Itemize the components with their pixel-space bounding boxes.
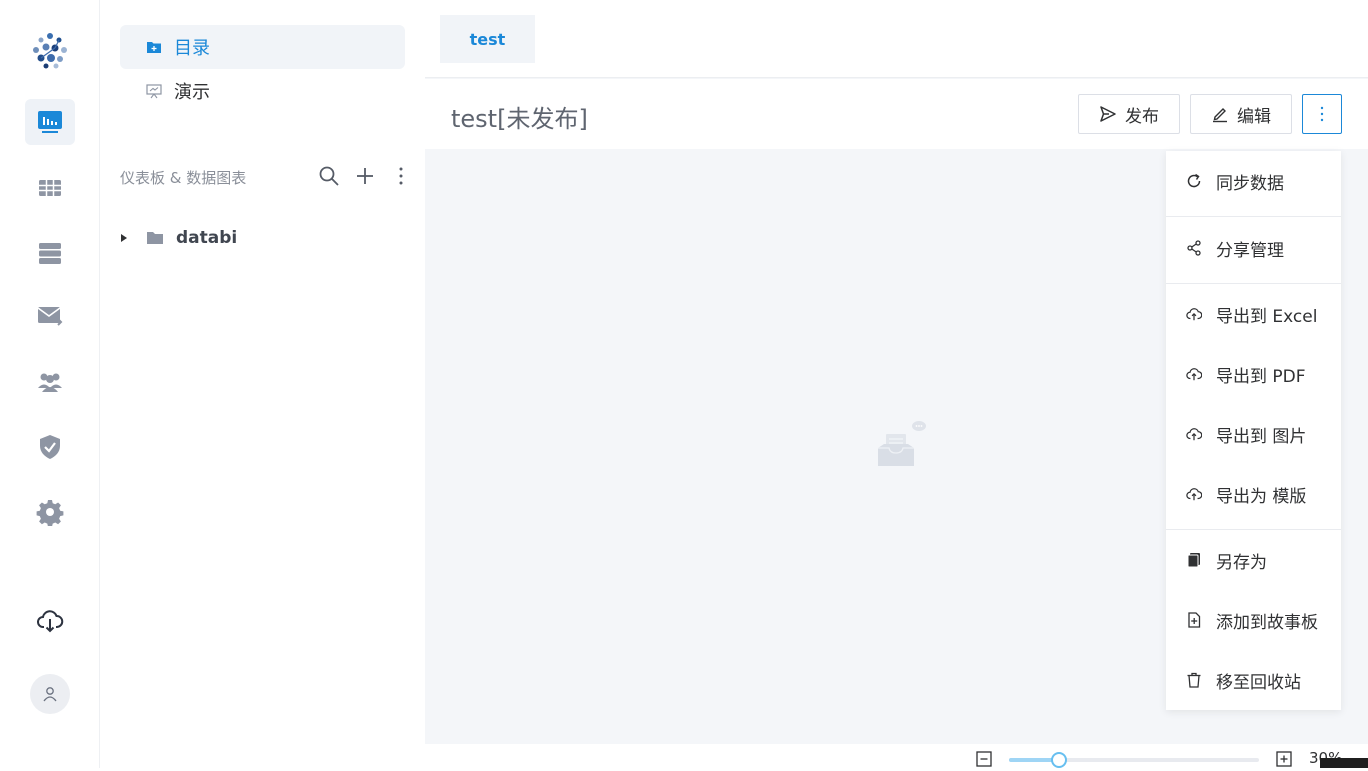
menu-item-label: 分享管理 [1216, 240, 1284, 261]
gear-icon [36, 500, 64, 526]
menu-item-save-as[interactable]: 另存为 [1166, 530, 1341, 590]
menu-divider [1166, 216, 1341, 217]
catalog-panel: 目录 演示 仪表板 & 数据图表 databi [100, 0, 425, 768]
more-dropdown-menu: 同步数据 分享管理 导出到 Excel 导出到 PDF 导出到 图片 导出为 模… [1166, 151, 1341, 710]
sidebar-item-mail[interactable] [25, 293, 75, 339]
users-icon [38, 373, 62, 392]
add-button[interactable] [354, 164, 376, 188]
more-vertical-icon [399, 167, 403, 185]
menu-item-export-excel[interactable]: 导出到 Excel [1166, 284, 1341, 344]
menu-item-add-to-storyboard[interactable]: 添加到故事板 [1166, 590, 1341, 650]
folder-icon [146, 39, 162, 55]
tab-test[interactable]: test [440, 15, 535, 63]
section-tools [318, 164, 412, 188]
file-add-icon [1186, 612, 1202, 628]
sidebar-item-table[interactable] [25, 165, 75, 211]
minus-square-icon [976, 751, 992, 767]
nav-item-presentation[interactable]: 演示 [120, 69, 405, 113]
menu-item-export-template[interactable]: 导出为 模版 [1166, 464, 1341, 524]
search-icon [319, 166, 339, 186]
plus-icon [357, 168, 373, 184]
menu-item-export-pdf[interactable]: 导出到 PDF [1166, 344, 1341, 404]
cloud-download-icon [37, 610, 64, 633]
page-title: test[未发布] [451, 105, 588, 133]
empty-state-icon [875, 418, 929, 468]
nav-item-catalog[interactable]: 目录 [120, 25, 405, 69]
shield-icon [40, 435, 60, 459]
cloud-upload-icon [1186, 306, 1202, 322]
table-icon [39, 180, 61, 196]
caret-right-icon[interactable] [120, 233, 130, 243]
database-icon [39, 243, 61, 264]
tree-folder[interactable]: databi [120, 224, 237, 252]
cloud-upload-icon [1186, 366, 1202, 382]
menu-item-label: 导出为 模版 [1216, 486, 1307, 507]
folder-icon [146, 230, 164, 246]
app-logo[interactable] [28, 28, 72, 72]
section-label: 仪表板 & 数据图表 [120, 169, 247, 187]
title-bar: test[未发布] 发布 编辑 [425, 79, 1368, 149]
send-icon [1100, 106, 1116, 122]
plus-square-icon [1276, 751, 1292, 767]
menu-item-label: 添加到故事板 [1216, 612, 1318, 633]
mail-forward-icon [37, 307, 63, 326]
sidebar-item-users[interactable] [25, 359, 75, 405]
menu-item-label: 导出到 Excel [1216, 306, 1318, 327]
zoom-bar: 30% [425, 744, 1368, 768]
publish-label: 发布 [1125, 106, 1159, 127]
more-vertical-icon [1320, 106, 1324, 122]
sidebar-item-datasource[interactable] [25, 230, 75, 276]
sidebar-item-dashboard[interactable] [25, 99, 75, 145]
zoom-out-button[interactable] [976, 751, 992, 767]
nav-item-label: 目录 [174, 38, 210, 59]
menu-item-label: 导出到 PDF [1216, 366, 1306, 387]
copy-icon [1186, 552, 1202, 568]
edit-button[interactable]: 编辑 [1190, 94, 1292, 134]
edit-label: 编辑 [1237, 106, 1271, 127]
dashboard-icon [38, 111, 62, 133]
more-button[interactable] [390, 164, 412, 188]
sidebar-item-security[interactable] [25, 424, 75, 470]
menu-item-export-image[interactable]: 导出到 图片 [1166, 404, 1341, 464]
menu-item-label: 导出到 图片 [1216, 426, 1307, 447]
avatar[interactable] [30, 674, 70, 714]
more-menu-button[interactable] [1302, 94, 1342, 134]
menu-item-sync[interactable]: 同步数据 [1166, 151, 1341, 211]
share-icon [1186, 240, 1202, 256]
zoom-slider-handle[interactable] [1051, 752, 1067, 768]
folder-label: databi [176, 228, 238, 248]
sidebar-item-download[interactable] [25, 598, 75, 644]
trash-icon [1186, 672, 1202, 688]
cloud-upload-icon [1186, 426, 1202, 442]
zoom-overlay-bar [1320, 758, 1368, 768]
sidebar-item-settings[interactable] [25, 489, 75, 535]
search-button[interactable] [318, 164, 340, 188]
publish-button[interactable]: 发布 [1078, 94, 1180, 134]
menu-item-share[interactable]: 分享管理 [1166, 218, 1341, 278]
menu-item-label: 同步数据 [1216, 173, 1284, 194]
user-icon [43, 687, 57, 702]
tab-bar: test [425, 0, 1368, 78]
presentation-icon [146, 83, 162, 99]
pencil-icon [1213, 108, 1227, 123]
zoom-in-button[interactable] [1276, 751, 1292, 767]
zoom-slider[interactable] [1009, 752, 1259, 768]
menu-item-label: 另存为 [1216, 552, 1267, 573]
icon-rail [0, 0, 100, 768]
cloud-upload-icon [1186, 486, 1202, 502]
refresh-icon [1186, 173, 1202, 189]
menu-item-move-to-trash[interactable]: 移至回收站 [1166, 650, 1341, 710]
nav-item-label: 演示 [174, 82, 210, 103]
menu-item-label: 移至回收站 [1216, 672, 1301, 693]
